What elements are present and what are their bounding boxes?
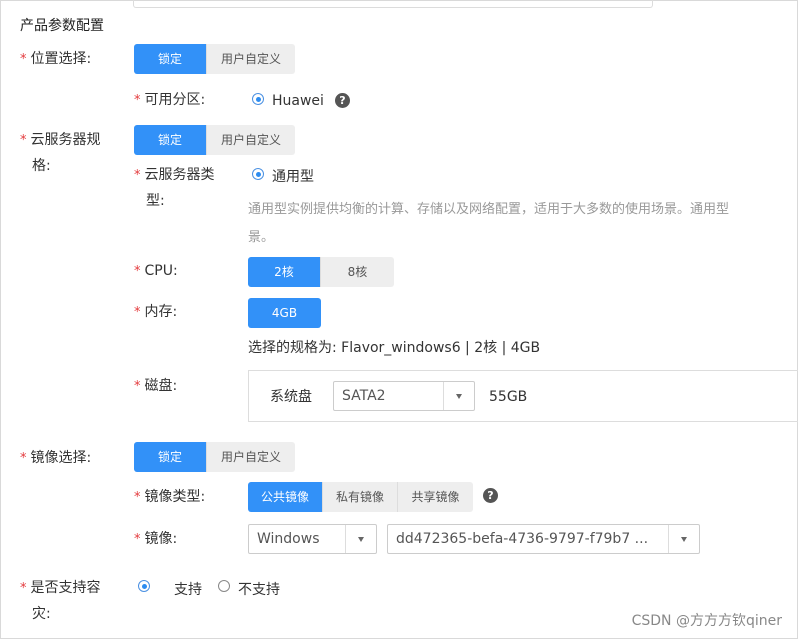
zone-label-text: 可用分区: [144, 92, 206, 108]
spec-lock-button[interactable]: 锁定 [134, 125, 207, 155]
image-select-label: * 镜像: [134, 530, 177, 549]
spec-summary: 选择的规格为: Flavor_windows6 | 2核 | 4GB [248, 340, 541, 356]
required-mark: * [134, 168, 141, 183]
disk-type-select[interactable]: SATA2 [333, 381, 475, 411]
server-type-description-line2: 景。 [248, 230, 275, 245]
image-value: dd472365-befa-4736-9797-f79b7 ... [396, 531, 649, 547]
memory-4gb-button[interactable]: 4GB [248, 298, 321, 328]
image-type-help-icon[interactable]: ? [483, 488, 498, 503]
memory-selector: 4GB [248, 298, 321, 328]
dr-no-support-label[interactable]: 不支持 [238, 581, 280, 599]
spec-label-line2: 格: [32, 158, 51, 174]
disk-label-text: 磁盘: [144, 378, 178, 394]
dr-support-radio[interactable] [138, 580, 150, 592]
disk-type-value: SATA2 [342, 388, 386, 404]
required-mark: * [134, 305, 141, 320]
dr-label-line2: 灾: [32, 606, 51, 622]
disk-label: * 磁盘: [134, 377, 177, 396]
required-mark: * [134, 532, 141, 547]
image-type-selector: 公共镜像 私有镜像 共享镜像 [248, 482, 473, 512]
dr-label-line1: 是否支持容 [30, 580, 101, 596]
dr-label: * 是否支持容 [20, 579, 101, 598]
memory-label-text: 内存: [144, 304, 178, 320]
image-label: * 镜像选择: [20, 449, 91, 468]
location-custom-button[interactable]: 用户自定义 [207, 44, 295, 74]
cpu-2-core-button[interactable]: 2核 [248, 257, 321, 287]
location-label-text: 位置选择: [30, 51, 92, 67]
image-label-text: 镜像选择: [30, 450, 92, 466]
top-input-remnant[interactable] [133, 0, 653, 8]
required-mark: * [134, 379, 141, 394]
image-type-private-button[interactable]: 私有镜像 [323, 482, 398, 512]
memory-label: * 内存: [134, 303, 177, 322]
image-select-label-text: 镜像: [144, 531, 178, 547]
server-type-label-line1: 云服务器类 [144, 167, 215, 183]
image-type-public-button[interactable]: 公共镜像 [248, 482, 323, 512]
image-type-label: * 镜像类型: [134, 488, 205, 507]
required-mark: * [20, 581, 27, 596]
server-type-general-label[interactable]: 通用型 [272, 168, 314, 186]
os-select[interactable]: Windows [248, 524, 377, 554]
location-label: * 位置选择: [20, 50, 91, 69]
required-mark: * [134, 93, 141, 108]
image-select[interactable]: dd472365-befa-4736-9797-f79b7 ... [387, 524, 700, 554]
server-type-description: 通用型实例提供均衡的计算、存储以及网络配置，适用于大多数的使用场景。通用型 [248, 202, 730, 217]
cpu-label: * CPU: [134, 262, 178, 281]
image-type-shared-button[interactable]: 共享镜像 [398, 482, 473, 512]
server-type-general-radio[interactable] [252, 168, 264, 180]
spec-label: * 云服务器规 [20, 131, 101, 150]
cpu-label-text: CPU: [144, 263, 178, 279]
watermark: CSDN @方方方钦qiner [631, 613, 782, 629]
image-custom-button[interactable]: 用户自定义 [207, 442, 295, 472]
spec-mode-toggle: 锁定 用户自定义 [134, 125, 295, 155]
spec-label-line1: 云服务器规 [30, 132, 101, 148]
server-type-label: * 云服务器类 [134, 166, 215, 185]
required-mark: * [20, 52, 27, 67]
spec-custom-button[interactable]: 用户自定义 [207, 125, 295, 155]
zone-huawei-label[interactable]: Huawei [272, 92, 324, 110]
system-disk-label: 系统盘 [270, 389, 312, 405]
server-type-label-line2: 型: [146, 193, 165, 209]
required-mark: * [134, 264, 141, 279]
cpu-8-core-button[interactable]: 8核 [321, 257, 394, 287]
required-mark: * [134, 490, 141, 505]
dr-no-support-radio[interactable] [218, 580, 230, 592]
location-lock-button[interactable]: 锁定 [134, 44, 207, 74]
chevron-down-icon[interactable] [345, 525, 376, 553]
disk-size: 55GB [489, 389, 528, 405]
location-mode-toggle: 锁定 用户自定义 [134, 44, 295, 74]
os-value: Windows [257, 531, 320, 547]
chevron-down-icon[interactable] [668, 525, 699, 553]
image-mode-toggle: 锁定 用户自定义 [134, 442, 295, 472]
zone-huawei-radio[interactable] [252, 93, 264, 105]
image-lock-button[interactable]: 锁定 [134, 442, 207, 472]
required-mark: * [20, 451, 27, 466]
zone-label: * 可用分区: [134, 91, 205, 110]
image-type-label-text: 镜像类型: [144, 489, 206, 505]
dr-support-label[interactable]: 支持 [174, 581, 202, 599]
section-title: 产品参数配置 [20, 18, 104, 34]
chevron-down-icon[interactable] [443, 382, 474, 410]
zone-help-icon[interactable]: ? [335, 93, 350, 108]
cpu-selector: 2核 8核 [248, 257, 394, 287]
required-mark: * [20, 133, 27, 148]
